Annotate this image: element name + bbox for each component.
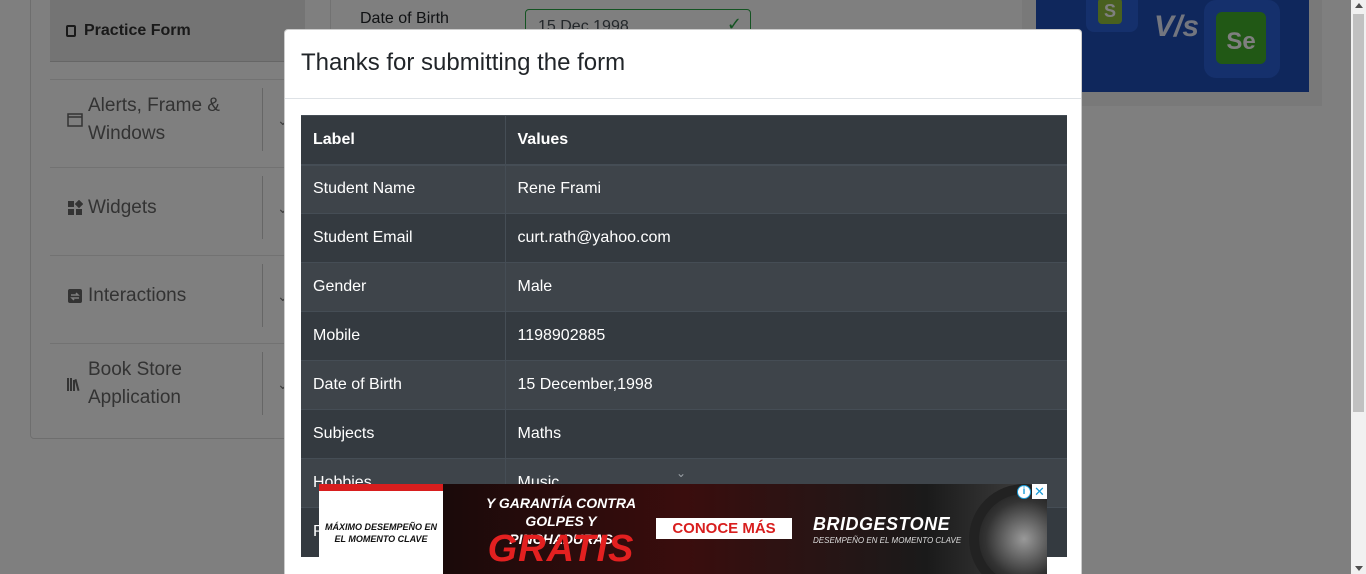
ad-brand-logo: BRIDGESTONE (813, 514, 951, 534)
table-row: Student Name Rene Frami (301, 164, 1067, 214)
row-label: Student Email (301, 213, 506, 263)
row-value: 1198902885 (505, 311, 1067, 361)
scrollbar-thumb[interactable] (1353, 14, 1364, 412)
column-header: Label (301, 115, 506, 166)
ad-left-text: MÁXIMO DESEMPEÑO EN EL MOMENTO CLAVE (324, 521, 437, 544)
table-row: Date of Birth 15 December,1998 (301, 360, 1067, 410)
page-scrollbar[interactable] (1351, 0, 1366, 574)
ad-left-panel: MÁXIMO DESEMPEÑO EN EL MOMENTO CLAVE (319, 491, 443, 574)
row-label: Student Name (301, 164, 506, 214)
modal-title: Thanks for submitting the form (301, 49, 626, 76)
ad-brand-tagline: DESEMPEÑO EN EL MOMENTO CLAVE (813, 536, 962, 545)
column-header: Values (505, 115, 1067, 166)
chevron-down-icon: ⌄ (676, 466, 687, 480)
scroll-up-icon[interactable] (1355, 3, 1363, 8)
table-row: Subjects Maths (301, 409, 1067, 459)
row-label: Gender (301, 262, 506, 312)
scroll-down-icon[interactable] (1355, 566, 1363, 571)
adchoices-icon[interactable]: i (1017, 485, 1031, 499)
modal-header: Thanks for submitting the form (285, 30, 1081, 99)
row-label: Subjects (301, 409, 506, 459)
row-value: Male (505, 262, 1067, 312)
row-value: Rene Frami (505, 164, 1067, 214)
advertisement-banner[interactable]: MÁXIMO DESEMPEÑO EN EL MOMENTO CLAVE Y G… (319, 484, 1047, 574)
table-row: Gender Male (301, 262, 1067, 312)
table-row: Student Email curt.rath@yahoo.com (301, 213, 1067, 263)
table-row: Mobile 1198902885 (301, 311, 1067, 361)
close-icon[interactable]: ✕ (1032, 484, 1047, 499)
row-value: Maths (505, 409, 1067, 459)
ad-cta-button[interactable]: CONOCE MÁS (656, 518, 792, 539)
row-label: Mobile (301, 311, 506, 361)
ad-gratis: GRATIS (487, 528, 635, 570)
row-value: curt.rath@yahoo.com (505, 213, 1067, 263)
table-header-row: Label Values (301, 115, 1067, 166)
row-label: Date of Birth (301, 360, 506, 410)
row-value: 15 December,1998 (505, 360, 1067, 410)
ad-accent-bar (319, 484, 443, 491)
